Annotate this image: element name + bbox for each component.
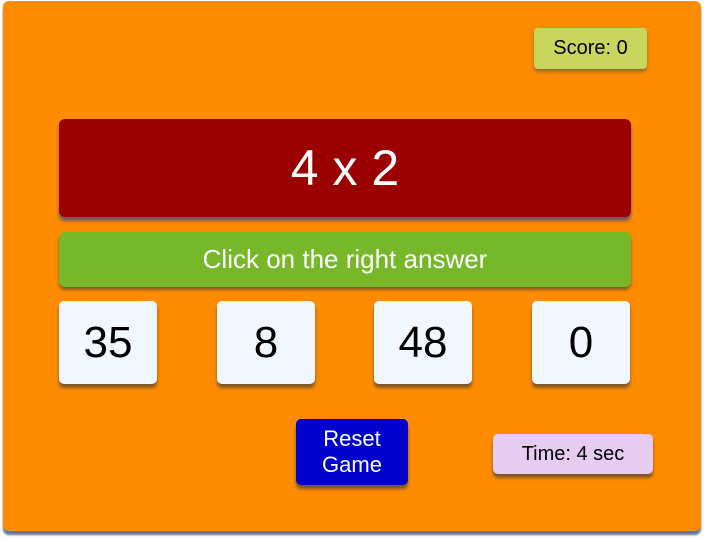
question-text: 4 x 2 [290,140,400,196]
score-display: Score: 0 [534,28,647,69]
game-container: Score: 0 4 x 2 Click on the right answer… [3,1,701,531]
instruction-banner: Click on the right answer [59,232,631,287]
answer-choice-label: 35 [83,317,133,367]
reset-label-line1: Reset [323,426,381,451]
timer-display: Time: 4 sec [493,434,653,474]
answer-choice-label: 0 [568,317,594,367]
reset-game-button[interactable]: Reset Game [296,419,408,485]
answer-choice-label: 8 [253,317,279,367]
answer-choice-1[interactable]: 35 [59,301,157,384]
score-text: Score: 0 [553,37,628,59]
answer-choice-label: 48 [398,317,448,367]
instruction-text: Click on the right answer [202,244,488,274]
answer-choice-4[interactable]: 0 [532,301,630,384]
answer-choice-2[interactable]: 8 [217,301,315,384]
timer-text: Time: 4 sec [521,442,625,465]
reset-label-line2: Game [322,452,382,477]
answer-choice-3[interactable]: 48 [374,301,472,384]
question-display: 4 x 2 [59,119,631,217]
